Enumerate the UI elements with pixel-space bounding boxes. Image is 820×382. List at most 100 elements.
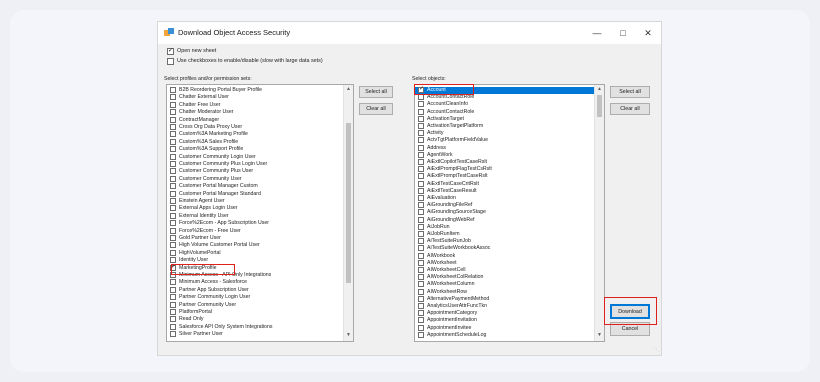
list-item-checkbox[interactable]	[170, 153, 176, 160]
list-item-checkbox[interactable]	[418, 137, 424, 144]
scroll-up-icon[interactable]: ▲	[344, 85, 353, 94]
list-item[interactable]: AIWorksheetColRelation	[415, 274, 594, 281]
list-item-checkbox[interactable]	[418, 123, 424, 129]
list-item[interactable]: Custom%3A Sales Profile	[167, 138, 343, 146]
list-item-checkbox[interactable]	[170, 94, 176, 101]
list-item[interactable]: Minimum Access - API Only Integrations	[167, 272, 343, 279]
list-item-checkbox[interactable]	[170, 235, 176, 241]
list-item[interactable]: Account	[415, 86, 594, 94]
list-item-checkbox[interactable]	[170, 205, 176, 212]
list-item[interactable]: ActivationTargetPlatform	[415, 123, 594, 130]
open-new-sheet-checkbox[interactable]	[167, 47, 174, 55]
list-item-checkbox[interactable]	[170, 198, 176, 204]
list-item-checkbox[interactable]	[418, 166, 424, 173]
list-item[interactable]: AiExtlCopilotTestCaseRslt	[415, 159, 594, 166]
list-item-checkbox[interactable]	[418, 245, 424, 252]
list-item[interactable]: AppointmentScheduleLog	[415, 331, 594, 339]
list-item-checkbox[interactable]	[418, 209, 424, 216]
list-item[interactable]: High Volume Customer Portal User	[167, 242, 343, 249]
list-item-checkbox[interactable]	[418, 195, 424, 201]
list-item-checkbox[interactable]	[170, 309, 176, 315]
list-item[interactable]: AiJobRun	[415, 223, 594, 231]
list-item[interactable]: AIWorksheetCell	[415, 267, 594, 274]
list-item-checkbox[interactable]	[418, 94, 424, 101]
list-item[interactable]: AnalyticsUserAttrFuncTkn	[415, 303, 594, 310]
list-item-checkbox[interactable]	[170, 183, 176, 190]
list-item-checkbox[interactable]	[418, 317, 424, 324]
profiles-scrollbar[interactable]: ▲ ▼	[343, 85, 353, 341]
list-item-checkbox[interactable]	[418, 231, 424, 237]
list-item-checkbox[interactable]	[418, 324, 424, 331]
minimize-icon[interactable]: —	[584, 22, 610, 44]
close-icon[interactable]: ✕	[635, 22, 661, 44]
list-item-checkbox[interactable]	[170, 161, 176, 167]
list-item[interactable]: Customer Portal Manager Custom	[167, 183, 343, 190]
list-item[interactable]: AppointmentInvitee	[415, 324, 594, 332]
list-item-checkbox[interactable]	[170, 301, 176, 308]
list-item[interactable]: AiExtlPromptTestCaseRslt	[415, 173, 594, 180]
scroll-thumb[interactable]	[597, 95, 602, 117]
list-item[interactable]: AccountCleanInfo	[415, 101, 594, 108]
list-item-checkbox[interactable]	[170, 316, 176, 323]
list-item-checkbox[interactable]	[418, 202, 424, 209]
list-item[interactable]: External Identity User	[167, 212, 343, 220]
scroll-down-icon[interactable]: ▼	[344, 331, 353, 340]
list-item[interactable]: AiExtlTestCaseResult	[415, 187, 594, 195]
list-item[interactable]: HighVolumePortal	[167, 249, 343, 257]
list-item[interactable]: AiEvaluation	[415, 195, 594, 202]
list-item-checkbox[interactable]	[170, 138, 176, 145]
list-item[interactable]: AIWorksheet	[415, 259, 594, 267]
list-item-checkbox[interactable]	[418, 310, 424, 317]
list-item-checkbox[interactable]	[418, 303, 424, 309]
list-item-checkbox[interactable]	[170, 331, 176, 338]
list-item[interactable]: AccountContactRole	[415, 94, 594, 101]
list-item-checkbox[interactable]	[170, 190, 176, 197]
list-item[interactable]: Custom%3A Marketing Profile	[167, 131, 343, 138]
list-item-checkbox[interactable]	[418, 144, 424, 151]
list-item-checkbox[interactable]	[418, 101, 424, 108]
list-item-checkbox[interactable]	[418, 216, 424, 223]
cancel-button[interactable]: Cancel	[610, 322, 650, 336]
list-item-checkbox[interactable]	[170, 242, 176, 249]
download-button[interactable]: Download	[610, 304, 650, 319]
list-item-checkbox[interactable]	[170, 116, 176, 123]
objects-list[interactable]: AppointmentScheduleLog AppointmentInvitee…	[414, 84, 605, 342]
list-item-checkbox[interactable]	[170, 146, 176, 153]
list-item[interactable]: AiTestSuiteRunJob	[415, 238, 594, 245]
list-item[interactable]: ActvTgtPlatformFieldValue	[415, 137, 594, 144]
profiles-select-all-button[interactable]: Select all	[359, 86, 393, 98]
scroll-thumb[interactable]	[346, 123, 351, 283]
list-item[interactable]: MarketingProfile	[167, 264, 343, 272]
list-item-checkbox[interactable]	[170, 220, 176, 227]
list-item-checkbox[interactable]	[418, 115, 424, 122]
list-item-checkbox[interactable]	[170, 294, 176, 301]
profiles-list[interactable]: Silver Partner User Salesforce API Only S…	[166, 84, 354, 342]
scroll-up-icon[interactable]: ▲	[595, 85, 604, 94]
use-checkboxes-checkbox[interactable]	[167, 58, 174, 65]
list-item[interactable]: ActivationTarget	[415, 115, 594, 123]
profiles-clear-all-button[interactable]: Clear all	[359, 103, 393, 115]
list-item[interactable]: Einstein Agent User	[167, 198, 343, 205]
list-item-checkbox[interactable]	[170, 87, 176, 93]
list-item[interactable]: Chatter Moderator User	[167, 109, 343, 116]
list-item-checkbox[interactable]	[418, 173, 424, 180]
list-item[interactable]: AIWorkbook	[415, 252, 594, 260]
list-item[interactable]: Chatter Free User	[167, 101, 343, 109]
list-item-checkbox[interactable]	[418, 159, 424, 165]
list-item-checkbox[interactable]	[418, 223, 424, 230]
list-item[interactable]: AIWorksheetRow	[415, 288, 594, 296]
list-item-checkbox[interactable]	[418, 281, 424, 288]
list-item[interactable]: AiGroundingSourceStage	[415, 209, 594, 216]
list-item-checkbox[interactable]	[418, 274, 424, 281]
list-item[interactable]: PlatformPortal	[167, 309, 343, 316]
list-item[interactable]: Cross Org Data Proxy User	[167, 124, 343, 131]
list-item[interactable]: Force%2Ecom - App Subscription User	[167, 220, 343, 227]
list-item-checkbox[interactable]	[418, 108, 424, 115]
list-item[interactable]: Activity	[415, 130, 594, 137]
list-item[interactable]: AppointmentCategory	[415, 310, 594, 317]
list-item-checkbox[interactable]	[418, 130, 424, 137]
list-item[interactable]: AIWorksheetColumn	[415, 281, 594, 288]
list-item-checkbox[interactable]	[170, 168, 176, 175]
list-item[interactable]: AiGroundingWebRef	[415, 216, 594, 224]
list-item[interactable]: B2B Reordering Portal Buyer Profile	[167, 87, 343, 94]
